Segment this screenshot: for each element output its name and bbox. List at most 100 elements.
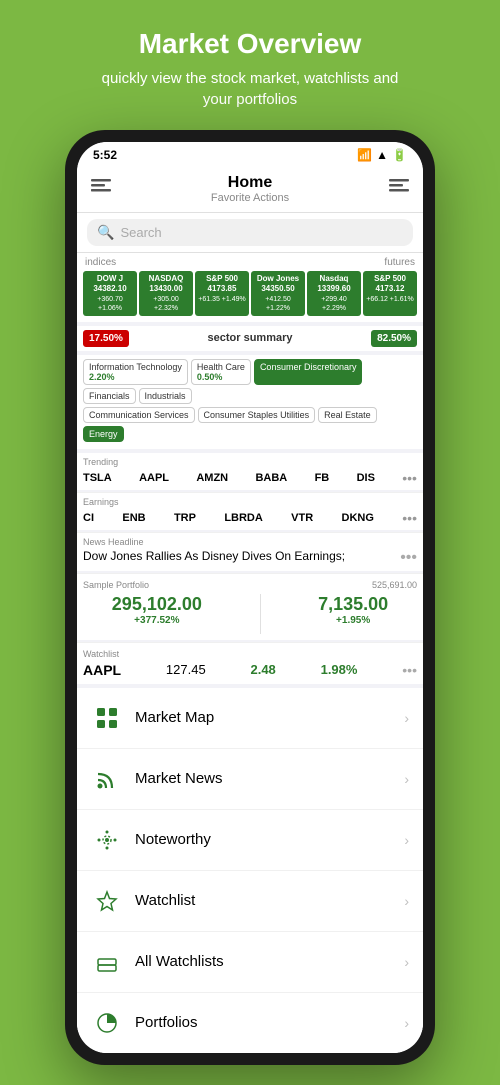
earnings-item-2[interactable]: TRP	[174, 512, 196, 524]
earnings-section: Earnings CI ENB TRP LBRDA VTR DKNG •••	[77, 492, 423, 530]
watchlist-ticker: AAPL	[83, 662, 121, 678]
market-news-icon	[91, 763, 123, 795]
news-more-icon[interactable]: •••	[400, 549, 417, 567]
labels-row: indices futures	[83, 257, 417, 271]
wifi-icon: 📶	[357, 148, 372, 162]
earnings-item-3[interactable]: LBRDA	[224, 512, 263, 524]
sector-tags: Information Technology2.20% Health Care0…	[77, 355, 423, 449]
menu-chevron-watchlist: ›	[404, 893, 409, 909]
menu-item-watchlist[interactable]: Watchlist ›	[77, 871, 423, 932]
menu-label-all-watchlists: All Watchlists	[135, 953, 404, 970]
menu-item-market-map[interactable]: Market Map ›	[77, 688, 423, 749]
battery-icon: 🔋	[392, 148, 407, 162]
sector-green-pct: 82.50%	[371, 330, 417, 347]
earnings-item-4[interactable]: VTR	[291, 512, 313, 524]
menu-chevron-noteworthy: ›	[404, 832, 409, 848]
portfolio-label-text: Sample Portfolio	[83, 580, 149, 590]
trending-item-1[interactable]: AAPL	[139, 472, 169, 484]
portfolio-value-2: 7,135.00	[318, 594, 388, 615]
app-subtitle: quickly view the stock market, watchlist…	[102, 68, 399, 110]
trending-item-3[interactable]: BABA	[255, 472, 287, 484]
menu-label-noteworthy: Noteworthy	[135, 831, 404, 848]
portfolio-label: Sample Portfolio 525,691.00	[83, 580, 417, 590]
watchlist-label: Watchlist	[83, 649, 417, 659]
sector-consumer-disc[interactable]: Consumer Discretionary	[254, 359, 363, 385]
trending-item-5[interactable]: DIS	[357, 472, 375, 484]
nav-title: Home Favorite Actions	[211, 174, 289, 204]
sector-real-estate[interactable]: Real Estate	[318, 407, 377, 423]
stock-cell-0[interactable]: DOW J34382.10+360.70 +1.06%	[83, 271, 137, 316]
menu-item-market-news[interactable]: Market News ›	[77, 749, 423, 810]
watchlist-pct: 1.98%	[321, 662, 358, 677]
portfolio-change-1: +377.52%	[112, 615, 202, 626]
market-map-icon	[91, 702, 123, 734]
news-section: News Headline Dow Jones Rallies As Disne…	[77, 532, 423, 571]
menu-chevron-market-news: ›	[404, 771, 409, 787]
trending-item-0[interactable]: TSLA	[83, 472, 112, 484]
menu-label-market-news: Market News	[135, 770, 404, 787]
menu-label-portfolios: Portfolios	[135, 1014, 404, 1031]
news-headline[interactable]: Dow Jones Rallies As Disney Dives On Ear…	[83, 549, 417, 567]
sector-health-care[interactable]: Health Care0.50%	[191, 359, 251, 385]
trending-item-2[interactable]: AMZN	[196, 472, 228, 484]
earnings-item-0[interactable]: CI	[83, 512, 94, 524]
stock-grid: DOW J34382.10+360.70 +1.06%NASDAQ13430.0…	[83, 271, 417, 316]
sector-label: sector summary	[129, 332, 371, 344]
noteworthy-icon	[91, 824, 123, 856]
stock-cell-2[interactable]: S&P 5004173.85+61.35 +1.49%	[195, 271, 249, 316]
watchlist-price: 127.45	[166, 662, 206, 677]
search-placeholder: Search	[120, 225, 161, 240]
menu-item-noteworthy[interactable]: Noteworthy ›	[77, 810, 423, 871]
trending-more-icon[interactable]: •••	[402, 470, 417, 486]
nav-right-icon[interactable]	[389, 179, 409, 200]
phone-frame: 5:52 📶 ▲ 🔋 Home Favorite Actions 🔍	[65, 130, 435, 1065]
trending-section: Trending TSLAAAPLAMZNBABAFBDIS•••	[77, 453, 423, 490]
watchlist-change: 2.48	[250, 662, 275, 677]
stock-cell-1[interactable]: NASDAQ13430.00+305.00 +2.32%	[139, 271, 193, 316]
earnings-more-icon[interactable]: •••	[402, 510, 417, 526]
earnings-label: Earnings	[83, 497, 417, 507]
portfolio-divider	[260, 594, 261, 634]
indices-section: indices futures DOW J34382.10+360.70 +1.…	[77, 253, 423, 322]
status-time: 5:52	[93, 148, 117, 162]
stock-cell-3[interactable]: Dow Jones34350.50+412.50 +1.22%	[251, 271, 305, 316]
watchlist-section: Watchlist AAPL 127.45 2.48 1.98% •••	[77, 642, 423, 684]
trending-item-4[interactable]: FB	[315, 472, 330, 484]
nav-title-sub: Favorite Actions	[211, 192, 289, 204]
status-bar: 5:52 📶 ▲ 🔋	[77, 142, 423, 168]
nav-title-main: Home	[211, 174, 289, 192]
portfolio-total: 525,691.00	[372, 580, 417, 590]
status-icons: 📶 ▲ 🔋	[357, 148, 407, 162]
earnings-item-5[interactable]: DKNG	[342, 512, 374, 524]
portfolio-section: Sample Portfolio 525,691.00 295,102.00 +…	[77, 573, 423, 640]
stock-cell-4[interactable]: Nasdaq13399.60+299.40 +2.29%	[307, 271, 361, 316]
news-label: News Headline	[83, 537, 417, 547]
sector-financials[interactable]: Financials	[83, 388, 136, 404]
sector-bar: 17.50% sector summary 82.50%	[77, 326, 423, 351]
menu-item-portfolios[interactable]: Portfolios ›	[77, 993, 423, 1053]
portfolio-values: 295,102.00 +377.52% 7,135.00 +1.95%	[83, 594, 417, 634]
nav-bar: Home Favorite Actions	[77, 168, 423, 213]
sector-red-pct: 17.50%	[83, 330, 129, 347]
futures-label: futures	[116, 257, 415, 268]
nav-left-icon[interactable]	[91, 179, 111, 200]
portfolio-col-1: 295,102.00 +377.52%	[112, 594, 202, 626]
phone-screen: 5:52 📶 ▲ 🔋 Home Favorite Actions 🔍	[77, 142, 423, 1053]
sector-energy[interactable]: Energy	[83, 426, 124, 442]
sector-consumer-staples[interactable]: Consumer Staples Utilities	[198, 407, 316, 423]
sector-row-1: Information Technology2.20% Health Care0…	[83, 359, 417, 404]
stock-cell-5[interactable]: S&P 5004173.12+66.12 +1.61%	[363, 271, 417, 316]
menu-item-all-watchlists[interactable]: All Watchlists ›	[77, 932, 423, 993]
signal-icon: ▲	[376, 148, 388, 162]
news-headline-text: Dow Jones Rallies As Disney Dives On Ear…	[83, 549, 345, 567]
watchlist-row[interactable]: AAPL 127.45 2.48 1.98% •••	[83, 662, 417, 678]
earnings-item-1[interactable]: ENB	[122, 512, 145, 524]
menu-chevron-portfolios: ›	[404, 1015, 409, 1031]
sector-info-tech[interactable]: Information Technology2.20%	[83, 359, 188, 385]
indices-label: indices	[85, 257, 116, 268]
search-input[interactable]: 🔍 Search	[87, 219, 413, 246]
sector-industrials[interactable]: Industrials	[139, 388, 192, 404]
menu-chevron-market-map: ›	[404, 710, 409, 726]
sector-comm-services[interactable]: Communication Services	[83, 407, 195, 423]
watchlist-more-icon[interactable]: •••	[402, 662, 417, 678]
